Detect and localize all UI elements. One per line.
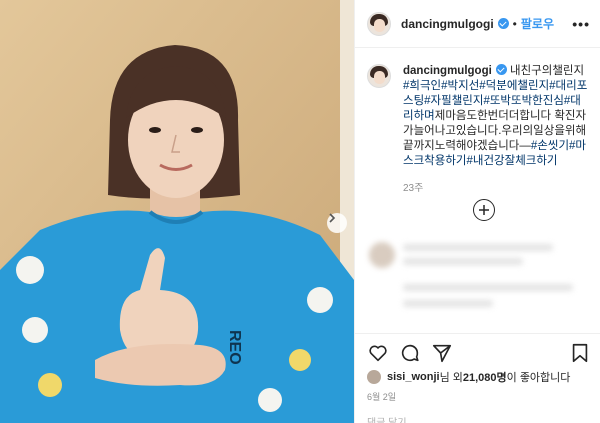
- author-username[interactable]: dancingmulgogi: [401, 17, 494, 31]
- likes-summary: sisi_wonji 님 외 21,080명 이 좋아합니다: [367, 369, 570, 385]
- add-comment-field[interactable]: 댓글 달기...: [367, 414, 415, 423]
- more-options-icon[interactable]: •••: [572, 16, 590, 32]
- post-side-panel: dancingmulgogi • 팔로우 ••• dancingmulgogi …: [354, 0, 600, 423]
- chevron-right-icon: [329, 213, 336, 223]
- photo-illustration: REO: [0, 0, 354, 423]
- post-date[interactable]: 6월 2일: [367, 390, 396, 403]
- verified-badge-icon: [497, 18, 509, 29]
- caption-verified-badge-icon: [495, 64, 507, 75]
- blurred-comment: [367, 236, 593, 326]
- svg-text:REO: REO: [226, 330, 243, 365]
- caption-time[interactable]: 23주: [403, 179, 600, 194]
- next-photo-button[interactable]: [327, 213, 347, 233]
- likes-suffix: 이 좋아합니다: [506, 372, 571, 384]
- caption-text: 내친구의챌린지: [510, 65, 585, 77]
- post-photo[interactable]: REO: [0, 0, 354, 423]
- post-header: dancingmulgogi • 팔로우 •••: [355, 0, 600, 48]
- post-caption: dancingmulgogi 내친구의챌린지#희극인#박지선#덕분에챌린지#대리…: [355, 48, 600, 169]
- action-bar: [355, 333, 600, 365]
- load-more-comments-icon[interactable]: [473, 199, 495, 221]
- bookmark-icon[interactable]: [569, 342, 591, 364]
- plus-icon: [479, 205, 489, 215]
- author-avatar[interactable]: [367, 11, 391, 36]
- caption-avatar[interactable]: [367, 64, 391, 88]
- header-separator: •: [512, 16, 517, 31]
- comment-icon[interactable]: [399, 342, 421, 364]
- follow-button[interactable]: 팔로우: [521, 15, 554, 32]
- heart-icon[interactable]: [367, 342, 389, 364]
- likes-count[interactable]: 21,080명: [463, 369, 507, 385]
- caption-username[interactable]: dancingmulgogi: [403, 65, 492, 77]
- caption-body: dancingmulgogi 내친구의챌린지#희극인#박지선#덕분에챌린지#대리…: [403, 64, 590, 169]
- liker-avatar[interactable]: [367, 370, 381, 384]
- share-icon[interactable]: [431, 342, 453, 364]
- likes-mid-text: 님 외: [439, 372, 463, 384]
- liker-username[interactable]: sisi_wonji: [387, 371, 440, 383]
